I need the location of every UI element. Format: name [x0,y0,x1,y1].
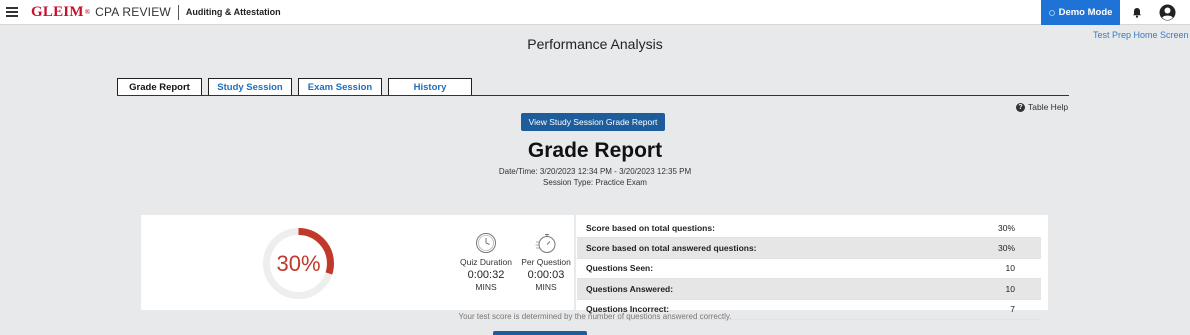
bottom-button[interactable] [493,331,587,335]
tab-study-session[interactable]: Study Session [208,78,292,95]
logo-reg: ® [84,8,91,16]
report-session-type: Session Type: Practice Exam [543,177,647,187]
stopwatch-icon [535,234,556,253]
table-help-label: Table Help [1028,102,1069,112]
demo-circle-icon [1048,9,1055,16]
logo-text: GLEIM [31,3,84,20]
per-question-unit: MINS [535,282,557,292]
menu-icon[interactable] [6,7,18,17]
table-help-link[interactable]: ? Table Help [1016,102,1068,112]
quiz-duration-metric: Quiz Duration 0:00:32 MINS [456,232,516,292]
demo-mode-label: Demo Mode [1058,7,1113,18]
stat-row: Questions Answered: 10 [577,279,1041,300]
tab-underline [117,95,1069,96]
per-question-metric: Per Question 0:00:03 MINS [516,232,576,292]
help-icon: ? [1016,102,1025,112]
user-avatar-icon[interactable] [1159,4,1176,21]
stat-value: 10 [1005,283,1015,294]
stat-value: 10 [1005,263,1015,274]
quiz-duration-label: Quiz Duration [460,257,512,267]
score-percent: 30% [276,250,321,276]
report-meta: Date/Time: 3/20/2023 12:34 PM - 3/20/202… [0,167,1190,188]
stat-row: Score based on total answered questions:… [577,238,1041,259]
stats-table: Score based on total questions: 30% Scor… [577,218,1041,320]
quiz-duration-unit: MINS [475,282,497,292]
results-card: 30% Quiz Duration 0:00:32 MINS Per Quest… [141,215,1048,320]
top-bar: GLEIM ® CPA REVIEW Auditing & Attestation [0,0,1190,25]
tab-grade-report[interactable]: Grade Report [117,78,202,95]
stat-value: 30% [997,243,1015,254]
stat-label: Questions Seen: [586,263,654,274]
report-datetime: Date/Time: 3/20/2023 12:34 PM - 3/20/202… [498,167,692,176]
product-name: CPA REVIEW [95,5,171,19]
tab-exam-session[interactable]: Exam Session [298,78,382,95]
header-divider [177,4,179,20]
view-study-session-grade-report-button[interactable]: View Study Session Grade Report [521,113,665,131]
page-title: Performance Analysis [527,36,663,52]
card-separator [574,215,576,310]
stat-row: Questions Seen: 10 [577,259,1041,280]
stat-label: Score based on total answered questions: [586,243,757,254]
clock-icon [476,233,496,253]
tab-history[interactable]: History [388,78,472,95]
gleim-logo[interactable]: GLEIM ® CPA REVIEW [31,4,171,21]
per-question-label: Per Question [521,257,571,267]
report-title: Grade Report [527,139,663,162]
quiz-duration-value: 0:00:32 [467,269,505,281]
section-name: Auditing & Attestation [185,7,281,17]
per-question-value: 0:00:03 [527,269,565,281]
demo-mode-button[interactable]: Demo Mode [1041,0,1120,25]
stat-label: Score based on total questions: [586,222,715,233]
score-footnote: Your test score is determined by the num… [458,312,732,321]
stat-value: 30% [997,222,1015,233]
stat-row: Score based on total questions: 30% [577,218,1041,239]
bell-icon[interactable] [1132,7,1142,18]
tab-bar: Grade Report Study Session Exam Session … [117,78,478,95]
stat-label: Questions Answered: [586,283,674,294]
